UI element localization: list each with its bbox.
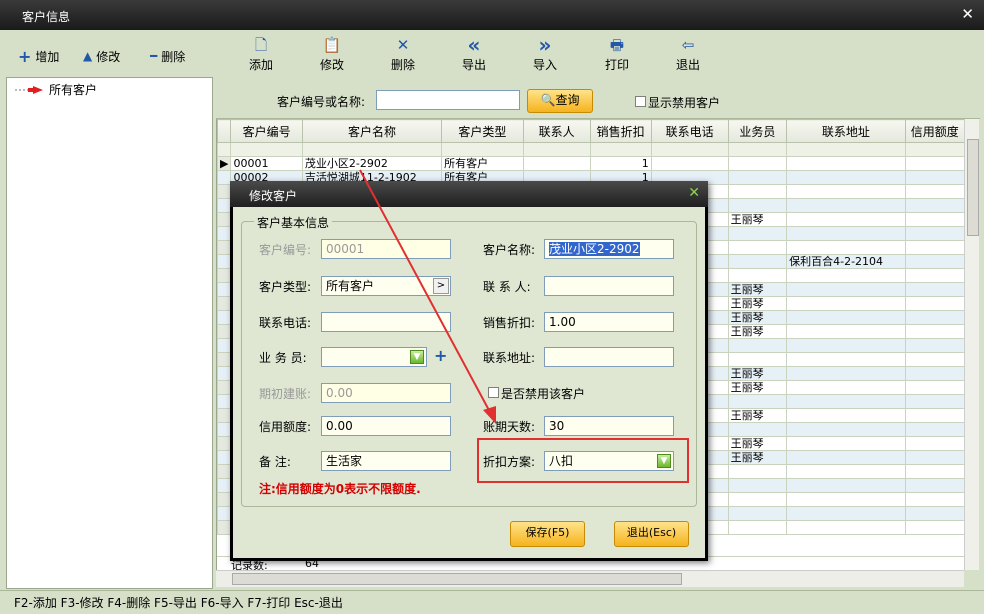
annotation-arrow (359, 169, 496, 424)
